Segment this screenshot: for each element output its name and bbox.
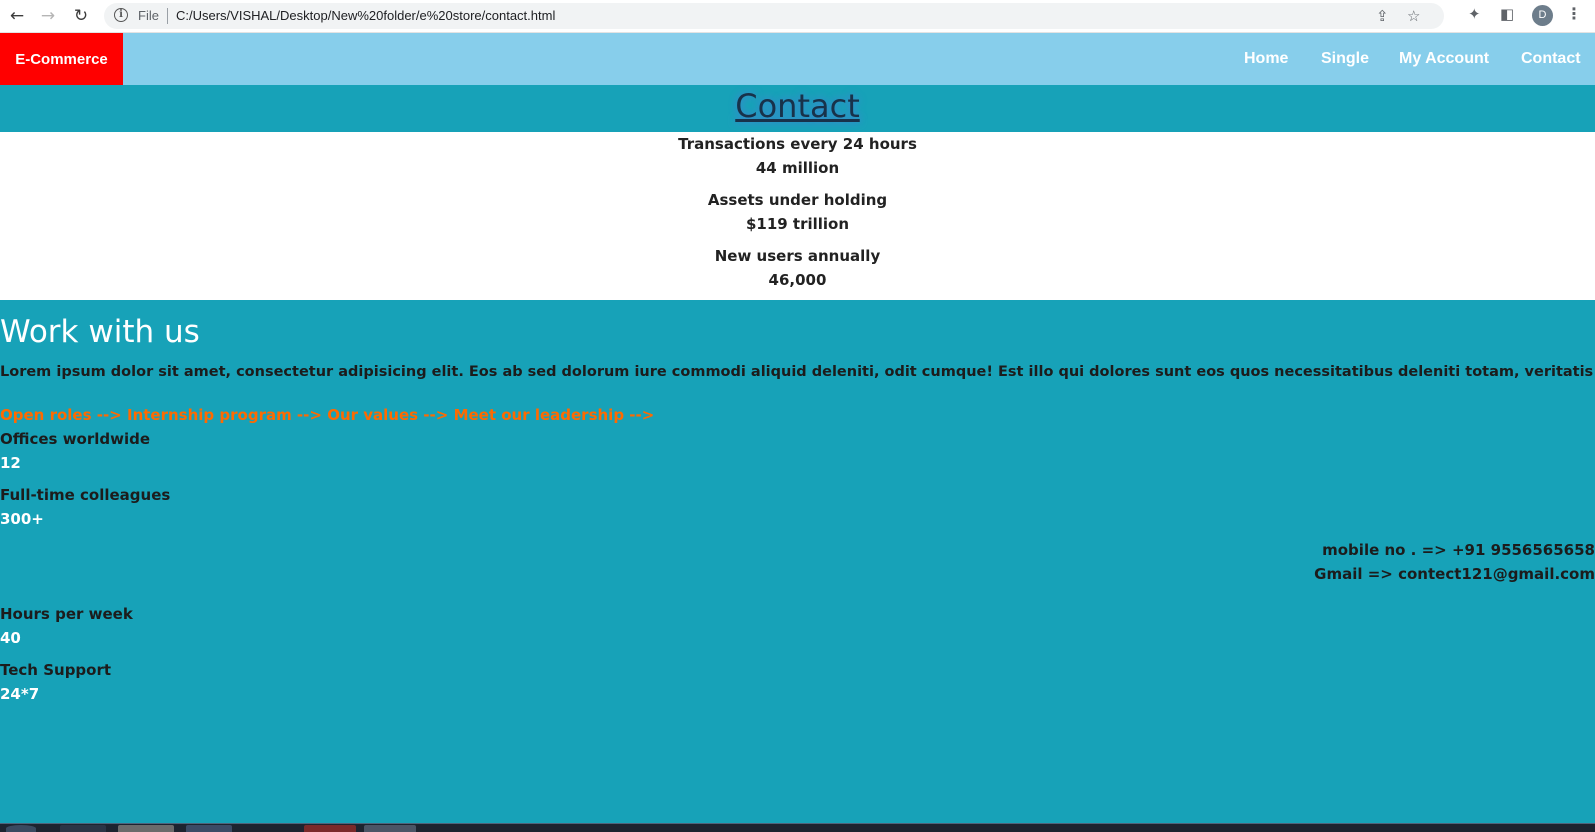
metric-support-label: Tech Support [0, 661, 112, 679]
mobile-number: mobile no . => +91 9556565658 [1322, 541, 1595, 559]
forward-arrow-icon[interactable]: → [37, 5, 59, 27]
metric-support-value: 24*7 [0, 685, 40, 703]
link-open-roles[interactable]: Open roles --> [0, 406, 122, 424]
stats-section: Transactions every 24 hours 44 million A… [0, 132, 1595, 300]
extensions-puzzle-icon[interactable]: ✦ [1468, 5, 1481, 23]
browser-menu-icon[interactable]: ⋮ [1566, 4, 1582, 23]
stat-value: $119 trillion [745, 215, 850, 233]
contact-header: Contact [0, 85, 1595, 132]
work-with-us-section: Work with us Lorem ipsum dolor sit amet,… [0, 300, 1595, 823]
nav-link-single[interactable]: Single [1321, 33, 1369, 85]
stat-new-users: New users annually 46,000 [0, 244, 1595, 292]
stat-transactions: Transactions every 24 hours 44 million [0, 132, 1595, 180]
reload-icon[interactable]: ↻ [70, 5, 92, 27]
nav-link-contact[interactable]: Contact [1521, 33, 1581, 85]
link-internship-program[interactable]: Internship program --> [127, 406, 322, 424]
metric-hours-label: Hours per week [0, 605, 133, 623]
stat-value: 44 million [755, 159, 840, 177]
brand-logo[interactable]: E-Commerce [0, 33, 123, 85]
stat-label: New users annually [714, 247, 881, 265]
stat-label: Assets under holding [707, 191, 888, 209]
omnibox-divider [167, 8, 168, 24]
metric-offices-label: Offices worldwide [0, 430, 151, 448]
stat-value: 46,000 [768, 271, 827, 289]
nav-link-home[interactable]: Home [1244, 33, 1288, 85]
url-text[interactable]: C:/Users/VISHAL/Desktop/New%20folder/e%2… [176, 8, 555, 23]
metric-offices-value: 12 [0, 454, 21, 472]
stat-assets: Assets under holding $119 trillion [0, 188, 1595, 236]
metric-colleagues-label: Full-time colleagues [0, 486, 171, 504]
file-scheme-label: File [138, 8, 159, 23]
page-title: Contact [735, 87, 860, 125]
link-our-values[interactable]: Our values --> [327, 406, 448, 424]
back-arrow-icon[interactable]: ← [6, 5, 28, 27]
site-navbar: E-Commerce Home Single My Account Contac… [0, 33, 1595, 85]
address-bar[interactable]: i File C:/Users/VISHAL/Desktop/New%20fol… [104, 3, 1444, 29]
nav-link-my-account[interactable]: My Account [1399, 33, 1489, 85]
browser-toolbar: ← → ↻ i File C:/Users/VISHAL/Desktop/New… [0, 0, 1595, 33]
side-panel-icon[interactable]: ◧ [1500, 5, 1514, 23]
work-links: Open roles --> Internship program --> Ou… [0, 406, 654, 424]
stat-label: Transactions every 24 hours [678, 135, 917, 153]
metric-colleagues-value: 300+ [0, 510, 44, 528]
bookmark-star-icon[interactable]: ☆ [1407, 7, 1420, 25]
profile-avatar[interactable]: D [1532, 5, 1553, 26]
site-info-icon[interactable]: i [114, 8, 128, 22]
metric-hours-value: 40 [0, 629, 21, 647]
work-title: Work with us [0, 314, 200, 350]
work-description: Lorem ipsum dolor sit amet, consectetur … [0, 364, 1595, 380]
share-icon[interactable]: ⇪ [1376, 7, 1389, 25]
link-meet-leadership[interactable]: Meet our leadership --> [454, 406, 655, 424]
gmail-address: Gmail => contect121@gmail.com [1314, 565, 1595, 583]
